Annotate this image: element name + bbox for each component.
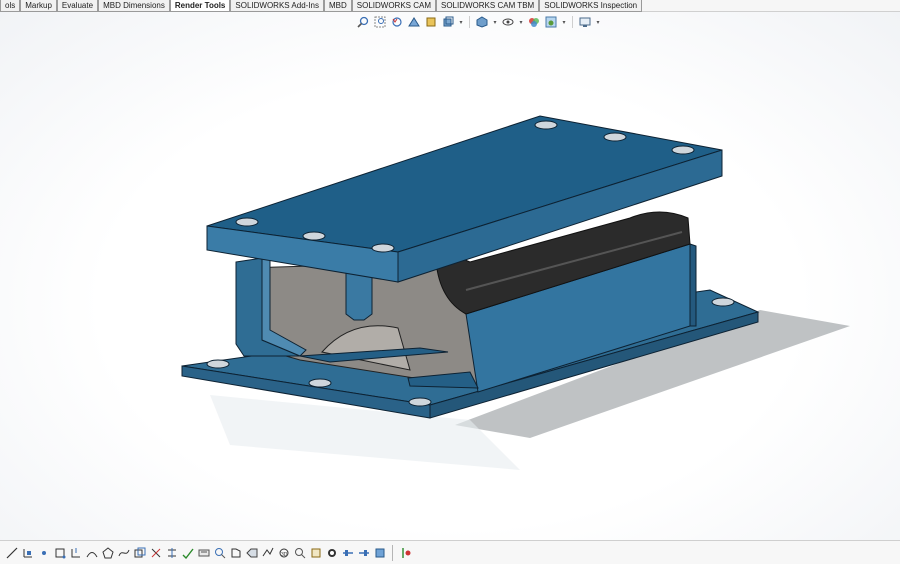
tab-solidworks-cam-tbm[interactable]: SOLIDWORKS CAM TBM xyxy=(436,0,540,12)
tab-markup[interactable]: Markup xyxy=(20,0,57,12)
dimension-icon[interactable] xyxy=(20,545,35,561)
graphics-area[interactable] xyxy=(0,12,900,540)
tab-render-tools[interactable]: Render Tools xyxy=(169,0,231,12)
offset-icon[interactable] xyxy=(132,545,147,561)
view-orientation-icon[interactable] xyxy=(441,15,455,29)
hole-top-2 xyxy=(603,132,627,142)
tab-mbd-dimensions[interactable]: MBD Dimensions xyxy=(98,0,170,12)
toolbar-separator xyxy=(392,544,393,561)
svg-text:3D: 3D xyxy=(281,552,288,558)
part-model[interactable] xyxy=(0,12,900,540)
normal-to-icon[interactable] xyxy=(260,545,275,561)
corner-rectangle-icon[interactable] xyxy=(52,545,67,561)
pan-icon[interactable] xyxy=(212,545,227,561)
section-view-icon[interactable] xyxy=(407,15,421,29)
tab-evaluate[interactable]: Evaluate xyxy=(56,0,99,12)
command-manager-tabs: ols Markup Evaluate MBD Dimensions Rende… xyxy=(0,0,900,12)
tab-solidworks-cam[interactable]: SOLIDWORKS CAM xyxy=(351,0,436,12)
measure-icon[interactable] xyxy=(292,545,307,561)
hide-show-dropdown-icon[interactable]: ▾ xyxy=(518,19,524,26)
check-icon[interactable] xyxy=(356,545,371,561)
tangent-arc-icon[interactable] xyxy=(84,545,99,561)
relations-icon[interactable] xyxy=(164,545,179,561)
move-icon[interactable] xyxy=(372,545,387,561)
zoom-to-fit-icon[interactable] xyxy=(356,15,370,29)
point-icon[interactable] xyxy=(36,545,51,561)
hole-top-1 xyxy=(534,120,558,130)
tab-tools[interactable]: ols xyxy=(0,0,21,12)
view-icon[interactable] xyxy=(398,545,413,561)
tabbar-filler xyxy=(642,0,900,12)
hud-separator xyxy=(469,16,470,28)
tab-solidworks-inspection[interactable]: SOLIDWORKS Inspection xyxy=(539,0,643,12)
view-settings-icon[interactable] xyxy=(578,15,592,29)
hole-base-3 xyxy=(408,397,432,407)
line-icon[interactable] xyxy=(4,545,19,561)
clearance-icon[interactable] xyxy=(340,545,355,561)
hole-top-6 xyxy=(371,243,395,253)
hide-show-items-icon[interactable] xyxy=(501,15,515,29)
previous-view-icon[interactable] xyxy=(390,15,404,29)
view-settings-dropdown-icon[interactable]: ▾ xyxy=(595,19,601,26)
bottom-toolbar: 3D xyxy=(0,540,900,564)
trim-icon[interactable] xyxy=(148,545,163,561)
polygon-icon[interactable] xyxy=(100,545,115,561)
interference-icon[interactable] xyxy=(324,545,339,561)
zoom-to-area-icon[interactable] xyxy=(373,15,387,29)
hole-top-5 xyxy=(302,231,326,241)
hole-base-2 xyxy=(308,378,332,388)
spline-icon[interactable] xyxy=(116,545,131,561)
apply-scene-dropdown-icon[interactable]: ▾ xyxy=(561,19,567,26)
smart-dimension-icon[interactable] xyxy=(180,545,195,561)
view-orientation-dropdown-icon[interactable]: ▾ xyxy=(458,19,464,26)
hole-top-4 xyxy=(235,217,259,227)
display-style-icon[interactable] xyxy=(475,15,489,29)
hole-top-3 xyxy=(671,145,695,155)
center-rectangle-icon[interactable] xyxy=(68,545,83,561)
edit-appearance-icon[interactable] xyxy=(527,15,541,29)
display-style-dropdown-icon[interactable]: ▾ xyxy=(492,19,498,26)
mass-properties-icon[interactable] xyxy=(308,545,323,561)
rotate-icon[interactable] xyxy=(228,545,243,561)
zoom-icon[interactable] xyxy=(196,545,211,561)
tab-mbd[interactable]: MBD xyxy=(323,0,352,12)
section-icon[interactable]: 3D xyxy=(276,545,291,561)
hole-base-4 xyxy=(711,297,735,307)
heads-up-view-toolbar: ▾ ▾ ▾ ▾ ▾ xyxy=(356,14,601,30)
hole-base-1 xyxy=(206,359,230,369)
dynamic-annotation-icon[interactable] xyxy=(424,15,438,29)
right-wall-end xyxy=(689,243,697,327)
tab-solidworks-add-ins[interactable]: SOLIDWORKS Add-Ins xyxy=(230,0,324,12)
roll-icon[interactable] xyxy=(244,545,259,561)
hud-separator-2 xyxy=(572,16,573,28)
apply-scene-icon[interactable] xyxy=(544,15,558,29)
